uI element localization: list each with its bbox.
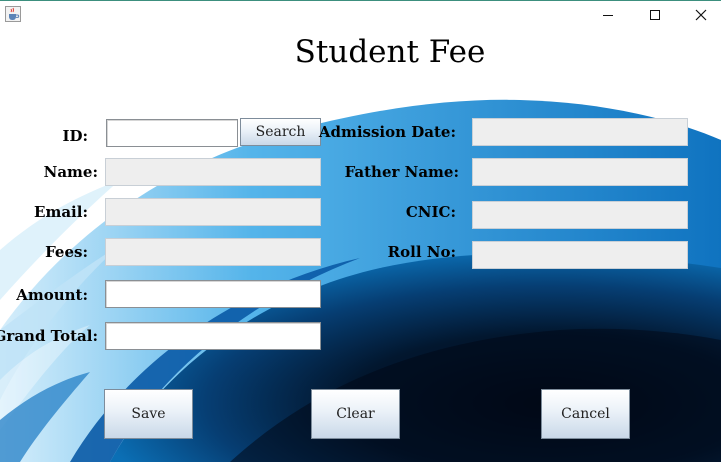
- email-label: Email:: [34, 203, 88, 221]
- search-button[interactable]: Search: [240, 118, 321, 146]
- minimize-button[interactable]: [593, 5, 623, 25]
- clear-button[interactable]: Clear: [311, 389, 400, 439]
- student-fee-window: Student Fee ID: Name: Email: Fees: Amoun…: [0, 0, 721, 462]
- maximize-icon: [650, 10, 660, 20]
- fees-field[interactable]: [105, 238, 321, 266]
- admission-date-field[interactable]: [472, 118, 688, 146]
- minimize-icon: [603, 15, 613, 16]
- grand-total-label: Grand Total:: [0, 327, 98, 345]
- fees-label: Fees:: [45, 243, 88, 261]
- window-top-border: [0, 0, 721, 1]
- admission-date-label: Admission Date:: [318, 123, 456, 141]
- roll-no-field[interactable]: [472, 241, 688, 269]
- maximize-button[interactable]: [640, 5, 670, 25]
- id-input[interactable]: [106, 119, 238, 147]
- close-icon: [695, 9, 707, 21]
- name-label: Name:: [43, 163, 98, 181]
- name-field[interactable]: [105, 158, 321, 186]
- cnic-label: CNIC:: [405, 203, 456, 221]
- email-field[interactable]: [105, 198, 321, 226]
- amount-label: Amount:: [16, 286, 88, 304]
- id-label: ID:: [62, 127, 88, 145]
- roll-no-label: Roll No:: [387, 243, 456, 261]
- save-button[interactable]: Save: [104, 389, 193, 439]
- grand-total-input[interactable]: [105, 322, 321, 350]
- amount-input[interactable]: [105, 280, 321, 308]
- father-name-field[interactable]: [472, 158, 688, 186]
- page-title: Student Fee: [294, 34, 486, 70]
- cnic-field[interactable]: [472, 201, 688, 229]
- close-button[interactable]: [686, 5, 716, 25]
- father-name-label: Father Name:: [344, 163, 459, 181]
- java-cup-icon: [5, 6, 21, 22]
- cancel-button[interactable]: Cancel: [541, 389, 630, 439]
